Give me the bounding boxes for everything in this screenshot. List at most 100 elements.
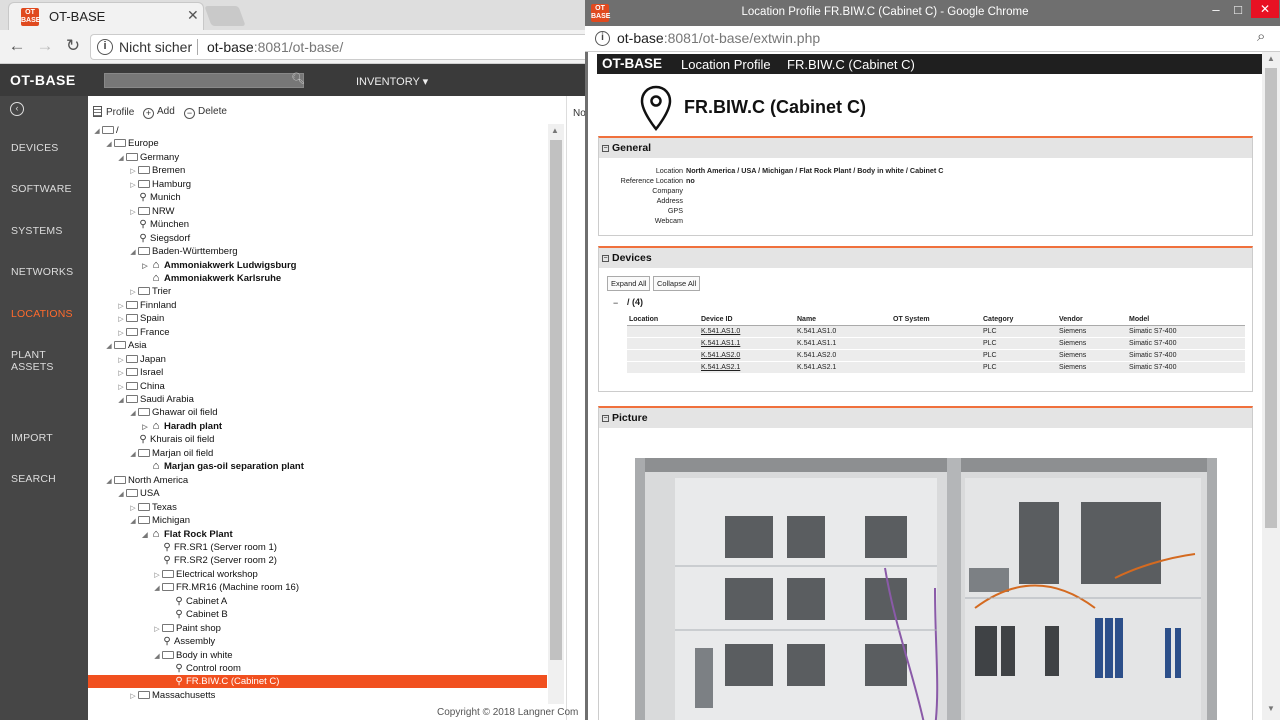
delete-button[interactable]: − Delete [184,106,227,119]
back-arrow-icon[interactable]: ← [6,36,28,56]
collapsed-arrow-icon[interactable]: ▷ [128,206,138,219]
forward-arrow-icon[interactable]: → [34,36,56,56]
tree-node[interactable]: ◢ North America [104,474,188,487]
column-header[interactable]: Device ID [699,314,795,326]
column-header[interactable]: OT System [891,314,981,326]
tab-close-icon[interactable]: ✕ [187,7,199,24]
expanded-arrow-icon[interactable]: ◢ [116,488,126,501]
maximize-icon[interactable]: □ [1227,2,1249,17]
table-row[interactable]: K.541.AS2.1 K.541.AS2.1 PLC Siemens Simatic … [627,361,1245,374]
tree-node[interactable]: ◢ Germany [116,151,179,164]
tree-node[interactable]: ⚲ Munich [128,191,180,204]
tree-node[interactable]: ▷ Trier [128,285,171,298]
tree-node[interactable]: ◢ / [92,124,118,138]
tree-node[interactable]: ◢ Asia [104,339,146,352]
tree-node[interactable]: ⚲ Assembly [152,635,215,648]
scroll-up-icon[interactable]: ▲ [1267,54,1275,63]
collapsed-arrow-icon[interactable]: ▷ [116,381,126,394]
tree-scrollbar[interactable]: ▲ [548,124,564,704]
tree-node[interactable]: ⚲ FR.SR2 (Server room 2) [152,554,277,567]
table-row[interactable]: K.541.AS2.0 K.541.AS2.0 PLC Siemens Simatic … [627,349,1245,362]
tree-node[interactable]: ▷ Japan [116,353,166,366]
new-tab-button[interactable] [204,6,246,26]
expanded-arrow-icon[interactable]: ◢ [104,138,114,151]
collapsed-arrow-icon[interactable]: ▷ [128,502,138,515]
tree-node[interactable]: ⚲ FR.BIW.C (Cabinet C) [88,675,547,689]
sidebar-item-import[interactable]: IMPORT [11,432,53,444]
tree-node[interactable]: ⚲ München [128,218,189,231]
column-header[interactable]: Model [1127,314,1245,326]
group-toggle-icon[interactable]: − [613,298,618,308]
column-header[interactable]: Location [627,314,699,326]
add-button[interactable]: + Add [143,106,175,119]
expanded-arrow-icon[interactable]: ◢ [116,394,126,407]
tree-node[interactable]: ⚲ FR.SR1 (Server room 1) [152,541,277,554]
collapse-icon[interactable]: − [602,255,609,262]
tree-node[interactable]: ▷ Electrical workshop [152,568,258,581]
tree-node[interactable]: ⚲ Cabinet A [164,595,227,608]
popup-address-bar[interactable]: i ot-base:8081/ot-base/extwin.php ⌕ [585,26,1280,52]
collapsed-arrow-icon[interactable]: ▷ [116,354,126,367]
expanded-arrow-icon[interactable]: ◢ [152,582,162,595]
expanded-arrow-icon[interactable]: ◢ [140,529,150,542]
tree-node[interactable]: ⚲ Cabinet B [164,608,227,621]
address-bar[interactable]: i Nicht sicher ot-base:8081/ot-base/ [90,34,586,60]
search-icon[interactable]: 🔍︎ [291,72,305,85]
collapsed-arrow-icon[interactable]: ▷ [116,313,126,326]
tree-node[interactable]: ▷ Hamburg [128,178,191,191]
collapsed-arrow-icon[interactable]: ▷ [128,179,138,192]
tree-node[interactable]: ⌂ Marjan gas-oil separation plant [140,460,304,473]
tree-node[interactable]: ⌂ Ammoniakwerk Karlsruhe [140,272,282,285]
expanded-arrow-icon[interactable]: ◢ [92,125,102,138]
scroll-down-icon[interactable]: ▼ [1267,704,1275,713]
expanded-arrow-icon[interactable]: ◢ [116,152,126,165]
column-header[interactable]: Category [981,314,1057,326]
table-row[interactable]: K.541.AS1.1 K.541.AS1.1 PLC Siemens Simatic … [627,337,1245,350]
browser-tab[interactable]: OT BASE OT-BASE ✕ [8,2,204,30]
sidebar-item-systems[interactable]: SYSTEMS [11,225,63,237]
tree-node[interactable]: ▷ NRW [128,205,174,219]
tree-node[interactable]: ⚲ Khurais oil field [128,433,214,446]
expanded-arrow-icon[interactable]: ◢ [128,448,138,461]
expanded-arrow-icon[interactable]: ◢ [104,475,114,488]
inventory-menu[interactable]: INVENTORY ▾ [356,75,428,88]
tree-node[interactable]: ◢ Baden-Württemberg [128,245,237,258]
tree-node[interactable]: ▷ Bremen [128,164,185,177]
zoom-icon[interactable]: ⌕ [1257,28,1265,45]
tree-node[interactable]: ◢ Michigan [128,514,190,527]
collapsed-arrow-icon[interactable]: ▷ [128,286,138,299]
collapse-all-button[interactable]: Collapse All [653,276,701,291]
collapsed-arrow-icon[interactable]: ▷ [128,165,138,178]
sidebar-item-search[interactable]: SEARCH [11,473,56,485]
collapsed-arrow-icon[interactable]: ▷ [116,327,126,340]
scroll-up-icon[interactable]: ▲ [551,126,559,135]
tree-node[interactable]: ▷ France [116,326,169,340]
collapsed-arrow-icon[interactable]: ▷ [152,569,162,582]
column-header[interactable]: Vendor [1057,314,1127,326]
tree-node[interactable]: ◢ Europe [104,137,158,151]
expanded-arrow-icon[interactable]: ◢ [128,515,138,528]
sidebar-item-devices[interactable]: DEVICES [11,142,59,154]
reload-icon[interactable]: ↻ [62,36,84,56]
tree-node[interactable]: ◢ Marjan oil field [128,447,213,460]
tree-node[interactable]: ▷ Finnland [116,299,176,312]
tree-node[interactable]: ▷ ⌂ Ammoniakwerk Ludwigsburg [140,259,296,272]
info-icon[interactable]: i [595,31,610,46]
tree-node[interactable]: ◢ USA [116,487,159,501]
general-header[interactable]: − General [599,138,1252,158]
device-id-link[interactable]: K.541.AS1.1 [699,337,795,350]
collapsed-arrow-icon[interactable]: ▷ [152,623,162,636]
sidebar-item-networks[interactable]: NETWORKS [11,266,73,278]
tree-node[interactable]: ▷ Paint shop [152,622,221,635]
tree-node[interactable]: ◢ Saudi Arabia [116,393,194,406]
tree-node[interactable]: ◢ ⌂ Flat Rock Plant [140,528,232,542]
scrollbar-thumb[interactable] [1265,68,1277,528]
tree-node[interactable]: ◢ FR.MR16 (Machine room 16) [152,581,299,594]
sidebar-item-locations[interactable]: LOCATIONS [11,308,73,320]
collapsed-arrow-icon[interactable]: ▷ [128,690,138,703]
devices-header[interactable]: − Devices [599,248,1252,268]
window-close-icon[interactable]: ✕ [1251,0,1279,18]
device-id-link[interactable]: K.541.AS1.0 [699,325,795,338]
expanded-arrow-icon[interactable]: ◢ [104,340,114,353]
tree-node[interactable]: ⚲ Control room [164,662,241,675]
